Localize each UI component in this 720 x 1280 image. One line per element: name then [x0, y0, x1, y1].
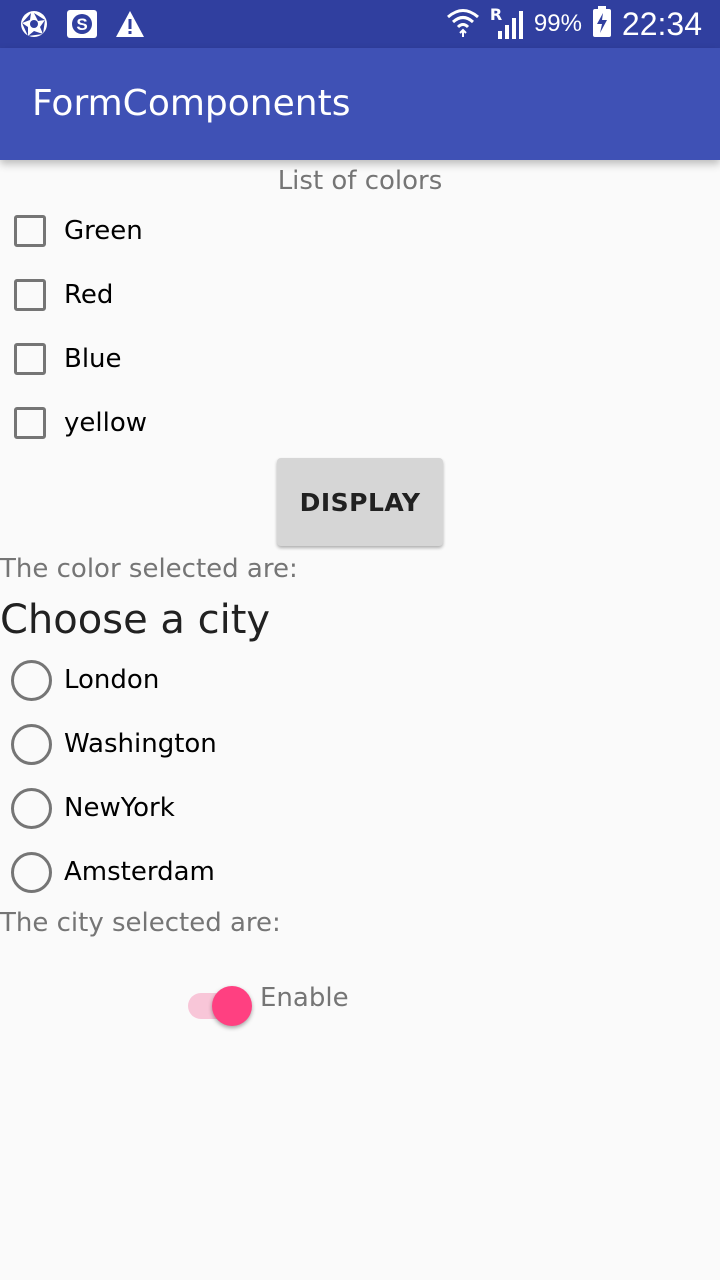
color-selected-text: The color selected are:: [0, 554, 298, 584]
radio-circle[interactable]: [11, 851, 52, 893]
enable-switch[interactable]: [188, 978, 256, 1034]
checkbox-label: Red: [64, 280, 114, 310]
form-content: List of colors Green Red Blue yellow DIS…: [0, 160, 720, 1280]
checkbox-box[interactable]: [14, 279, 46, 311]
radio-label: Amsterdam: [64, 857, 215, 887]
aperture-icon: [18, 8, 50, 40]
choose-city-heading: Choose a city: [0, 597, 271, 643]
radio-london[interactable]: London: [11, 656, 159, 704]
svg-text:S: S: [76, 15, 87, 34]
radio-label: Washington: [64, 729, 217, 759]
checkbox-red[interactable]: Red: [14, 271, 113, 319]
radio-washington[interactable]: Washington: [11, 720, 217, 768]
radio-circle[interactable]: [11, 723, 52, 765]
checkbox-box[interactable]: [14, 215, 46, 247]
checkbox-green[interactable]: Green: [14, 207, 143, 255]
switch-label: Enable: [260, 983, 349, 1013]
s-badge-icon: S: [66, 8, 98, 40]
checkbox-label: Green: [64, 216, 143, 246]
checkbox-box[interactable]: [14, 343, 46, 375]
checkbox-label: yellow: [64, 408, 148, 438]
radio-circle[interactable]: [11, 659, 52, 701]
status-bar-notifications: S: [18, 8, 146, 40]
radio-circle[interactable]: [11, 787, 52, 829]
radio-label: NewYork: [64, 793, 175, 823]
city-selected-text: The city selected are:: [0, 908, 281, 938]
status-time: 22:34: [621, 5, 702, 42]
battery-percent: 99%: [533, 10, 582, 37]
checkbox-box[interactable]: [14, 407, 46, 439]
radio-newyork[interactable]: NewYork: [11, 784, 175, 832]
radio-label: London: [64, 665, 160, 695]
app-bar: FormComponents: [0, 48, 720, 160]
battery-charging-icon: [592, 6, 612, 42]
radio-amsterdam[interactable]: Amsterdam: [11, 848, 215, 896]
checkbox-yellow[interactable]: yellow: [14, 399, 147, 447]
enable-switch-row[interactable]: Enable: [188, 978, 349, 1034]
status-bar: S R 99% 22:34: [0, 0, 720, 48]
wifi-icon: [446, 7, 480, 41]
signal-icon: R: [490, 5, 524, 41]
checkbox-label: Blue: [64, 344, 122, 374]
checkbox-blue[interactable]: Blue: [14, 335, 122, 383]
display-button[interactable]: DISPLAY: [277, 458, 443, 546]
colors-list-title: List of colors: [277, 166, 443, 196]
app-title: FormComponents: [32, 83, 351, 124]
status-bar-system: R 99% 22:34: [446, 5, 702, 42]
warning-icon: [114, 8, 146, 40]
switch-thumb[interactable]: [212, 986, 252, 1026]
